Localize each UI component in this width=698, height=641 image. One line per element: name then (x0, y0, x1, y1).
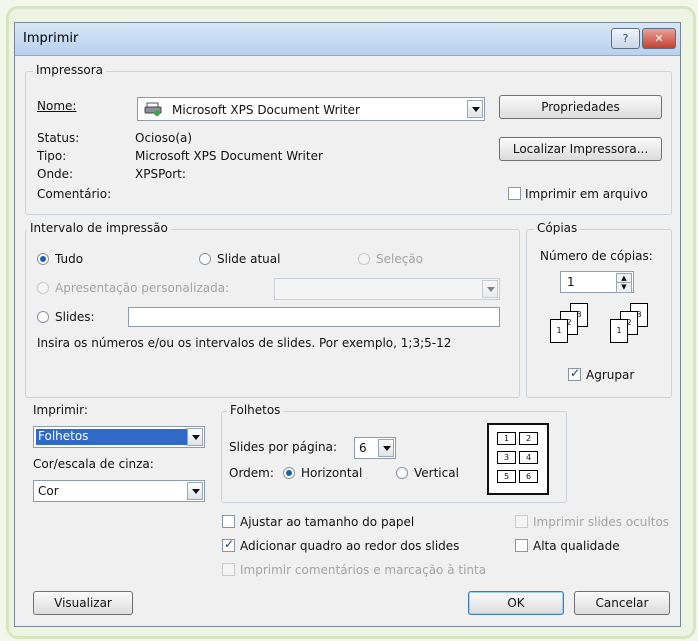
properties-button[interactable]: Propriedades (499, 95, 662, 119)
preview-slide: 3 (497, 451, 516, 464)
chevron-down-icon[interactable] (378, 439, 394, 457)
print-to-file-label: Imprimir em arquivo (525, 187, 648, 201)
printer-group: Impressora Nome: Microsoft XPS Document … (25, 63, 672, 215)
spin-down-icon[interactable]: ▼ (616, 282, 632, 293)
where-value: XPSPort: (135, 167, 186, 181)
print-to-file-checkbox[interactable] (508, 187, 521, 200)
range-custom-show-radio (37, 282, 49, 294)
range-all-radio[interactable] (37, 253, 49, 265)
chevron-down-icon[interactable] (187, 428, 203, 446)
range-all-label: Tudo (55, 252, 84, 266)
type-label: Tipo: (37, 149, 67, 163)
collate-illustration: 3 2 1 3 2 1 (538, 301, 663, 351)
copies-count-label: Número de cópias: (540, 249, 653, 263)
color-label: Cor/escala de cinza: (33, 457, 154, 471)
order-label: Ordem: (229, 466, 274, 480)
handout-preview: 1 2 3 4 5 6 (487, 423, 549, 495)
collate-label: Agrupar (586, 368, 635, 382)
range-slides-radio[interactable] (37, 311, 49, 323)
preview-slide: 6 (519, 470, 538, 483)
slides-input[interactable] (128, 307, 500, 327)
preview-slide: 4 (519, 451, 538, 464)
print-comments-checkbox (222, 563, 235, 576)
order-horizontal-label: Horizontal (301, 466, 363, 480)
slides-per-page-select[interactable]: 6 (354, 437, 396, 459)
high-quality-checkbox[interactable] (515, 539, 528, 552)
title-bar: Imprimir ? ✕ (15, 23, 680, 56)
printer-name-value: Microsoft XPS Document Writer (172, 103, 360, 117)
slides-per-page-value: 6 (359, 441, 367, 455)
print-hidden-slides-checkbox (515, 515, 528, 528)
cancel-button[interactable]: Cancelar (574, 591, 670, 615)
chevron-down-icon (482, 280, 498, 298)
print-what-select[interactable]: Folhetos (33, 426, 205, 448)
where-label: Onde: (37, 167, 74, 181)
fit-to-paper-label: Ajustar ao tamanho do papel (240, 515, 415, 529)
high-quality-label: Alta qualidade (533, 539, 620, 553)
printer-name-label: Nome: (37, 99, 77, 113)
status-value: Ocioso(a) (135, 131, 193, 145)
handouts-group: Folhetos Slides por página: 6 Ordem: Hor… (221, 403, 567, 503)
print-what-label: Imprimir: (33, 403, 88, 417)
color-select[interactable]: Cor (33, 480, 205, 502)
help-icon: ? (622, 32, 629, 45)
range-hint: Insira os números e/ou os intervalos de … (37, 336, 452, 350)
stack-page: 1 (610, 319, 628, 343)
fit-to-paper-checkbox[interactable] (222, 515, 235, 528)
collate-checkbox[interactable] (568, 366, 581, 381)
printer-name-select[interactable]: Microsoft XPS Document Writer (137, 97, 485, 121)
ok-button[interactable]: OK (468, 591, 564, 615)
chevron-down-icon[interactable] (187, 482, 203, 500)
print-comments-label: Imprimir comentários e marcação à tinta (240, 563, 487, 577)
find-printer-button[interactable]: Localizar Impressora... (499, 137, 662, 161)
print-dialog: Imprimir ? ✕ Impressora Nome: Microsoft … (14, 22, 681, 627)
range-selection-radio (358, 253, 370, 265)
stack-page: 1 (550, 319, 568, 343)
dialog-title: Imprimir (23, 31, 79, 46)
comment-label: Comentário: (37, 187, 112, 201)
print-range-label: Intervalo de impressão (27, 221, 171, 235)
range-custom-show-label: Apresentação personalizada: (55, 281, 230, 295)
print-what-value: Folhetos (36, 429, 188, 445)
frame-slides-label: Adicionar quadro ao redor dos slides (240, 539, 460, 553)
copies-label: Cópias (534, 221, 581, 235)
preview-button[interactable]: Visualizar (33, 591, 133, 615)
order-vertical-radio[interactable] (396, 467, 408, 479)
range-current-slide-label: Slide atual (217, 252, 281, 266)
help-button[interactable]: ? (611, 28, 640, 49)
printer-icon (144, 102, 162, 116)
copies-group: Cópias Número de cópias: 1 ▲ ▼ 3 2 1 3 2… (526, 221, 672, 398)
printer-group-label: Impressora (33, 63, 107, 77)
slides-per-page-label: Slides por página: (229, 440, 337, 454)
copies-count-input[interactable]: 1 ▲ ▼ (560, 271, 634, 293)
close-button[interactable]: ✕ (642, 28, 676, 49)
color-value: Cor (38, 484, 59, 498)
chevron-down-icon[interactable] (467, 100, 483, 118)
copies-count-value: 1 (567, 275, 575, 289)
range-current-slide-radio[interactable] (199, 253, 211, 265)
status-label: Status: (37, 131, 80, 145)
type-value: Microsoft XPS Document Writer (135, 149, 323, 163)
custom-show-select (274, 278, 500, 300)
print-range-group: Intervalo de impressão Tudo Slide atual … (25, 221, 520, 398)
preview-slide: 5 (497, 470, 516, 483)
print-hidden-slides-label: Imprimir slides ocultos (533, 515, 670, 529)
order-vertical-label: Vertical (414, 466, 459, 480)
frame-slides-checkbox[interactable] (222, 537, 235, 552)
range-selection-label: Seleção (376, 252, 424, 266)
close-icon: ✕ (654, 32, 664, 45)
preview-slide: 2 (519, 432, 538, 445)
preview-slide: 1 (497, 432, 516, 445)
range-slides-label: Slides: (55, 310, 95, 324)
order-horizontal-radio[interactable] (283, 467, 295, 479)
handouts-label: Folhetos (227, 403, 284, 417)
